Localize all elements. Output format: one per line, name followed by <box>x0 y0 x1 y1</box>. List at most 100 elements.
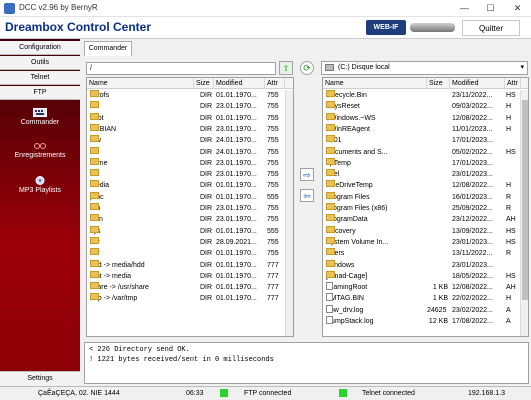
file-row[interactable]: Users 13/11/2022... R <box>323 248 520 259</box>
file-row[interactable]: sys DIR 01.01.1970... 555 <box>87 225 284 237</box>
file-row[interactable]: lib DIR 23.01.1970... 755 <box>87 169 284 180</box>
file-row[interactable]: usr DIR 28.09.2021... 755 <box>87 236 284 248</box>
sidebar-button-outils[interactable]: Outils <box>0 56 80 70</box>
close-button[interactable]: ✕ <box>504 0 531 17</box>
file-modified: 01.01.1970... <box>216 182 257 190</box>
file-row[interactable]: Recovery 13/09/2022... HS <box>323 225 520 237</box>
remote-path-input[interactable]: / <box>86 62 276 75</box>
file-modified: 09/03/2022... <box>452 103 493 111</box>
file-row[interactable]: hdd -> media/hdd DIR 01.01.1970... 777 <box>87 259 284 271</box>
file-size: DIR <box>199 272 212 280</box>
file-modified: 24.01.1970... <box>216 148 257 156</box>
file-row[interactable]: sbin DIR 23.01.1970... 755 <box>87 214 284 225</box>
file-row[interactable]: tmp -> /var/tmp DIR 01.01.1970... 777 <box>87 293 284 304</box>
refresh-icon[interactable]: ⟳ <box>300 61 314 75</box>
file-row[interactable]: run DIR 23.01.1970... 755 <box>87 203 284 214</box>
file-row[interactable]: $WinREAgent 11/01/2023... H <box>323 123 520 135</box>
file-row[interactable]: [Smad-Cage] 18/05/2022... HS <box>323 270 520 282</box>
file-row[interactable]: DEBIAN DIR 23.01.1970... 755 <box>87 123 284 135</box>
folder-icon <box>326 157 335 165</box>
folder-icon <box>326 191 335 199</box>
remote-scrollbar[interactable] <box>285 90 293 336</box>
column-header-modified[interactable]: Modified <box>450 78 505 89</box>
file-attr: AH <box>506 216 516 224</box>
file-attr: 755 <box>267 171 279 179</box>
file-icon <box>326 293 333 302</box>
file-name: bin <box>90 101 194 112</box>
status-date: ÇaÊaÇEÇA, 02. NIE 1444 <box>38 390 120 397</box>
sidebar-item-label: Commander <box>20 119 60 126</box>
sidebar-button-telnet[interactable]: Telnet <box>0 71 80 85</box>
file-modified: 13/09/2022... <box>452 227 493 235</box>
file-size: 24625 KB <box>427 306 448 314</box>
file-row[interactable]: share -> /usr/share DIR 01.01.1970... 777 <box>87 282 284 293</box>
scrollbar-thumb[interactable] <box>522 100 528 300</box>
file-row[interactable]: OneDriveTemp 12/08/2022... H <box>323 180 520 191</box>
file-row[interactable]: ProgramData 23/12/2022... AH <box>323 214 520 225</box>
column-header-size[interactable]: Size <box>427 78 450 89</box>
file-modified: 28.09.2021... <box>216 238 257 246</box>
column-header-name[interactable]: Name <box>87 78 194 89</box>
file-row[interactable]: home DIR 23.01.1970... 755 <box>87 157 284 169</box>
file-row[interactable]: $SysReset 09/03/2022... H <box>323 101 520 112</box>
file-row[interactable]: var DIR 01.01.1970... 755 <box>87 248 284 259</box>
folder-icon <box>90 225 99 233</box>
column-header-modified[interactable]: Modified <box>214 78 265 89</box>
file-attr: 755 <box>267 92 279 99</box>
file-row[interactable]: AMTAG.BIN 1 KB 22/02/2022... H <box>323 293 520 304</box>
file-size: DIR <box>199 92 212 99</box>
file-row[interactable]: ftpTemp 17/01/2023... <box>323 157 520 169</box>
upload-transfer-button[interactable]: ⇨ <box>300 168 314 181</box>
column-header-attr[interactable]: Attr <box>505 78 521 89</box>
file-row[interactable]: media DIR 01.01.1970... 755 <box>87 180 284 191</box>
sidebar-button-ftp[interactable]: FTP <box>0 86 80 100</box>
file-row[interactable]: autofs DIR 01.01.1970... 755 <box>87 90 284 101</box>
parent-folder-icon[interactable]: ⇧ <box>279 61 293 75</box>
minimize-button[interactable]: — <box>451 0 478 17</box>
column-header-size[interactable]: Size <box>194 78 214 89</box>
file-row[interactable]: Windows 23/01/2023... <box>323 259 520 271</box>
sidebar-item-commander[interactable]: Commander <box>0 108 80 126</box>
ftp-console-log: < 226 Directory send OK. ! 1221 bytes re… <box>84 342 529 384</box>
file-name: ftpTemp <box>326 157 427 169</box>
folder-icon <box>326 112 335 120</box>
sidebar-item-mp3-playlists[interactable]: MP3 Playlists <box>0 176 80 194</box>
file-row[interactable]: System Volume In... 23/01/2023... HS <box>323 236 520 248</box>
file-row[interactable]: etc DIR 24.01.1970... 755 <box>87 146 284 158</box>
file-row[interactable]: .GamingRoot 1 KB 12/08/2022... AH <box>323 282 520 293</box>
console-line: ! 1221 bytes received/sent in 0 millisec… <box>89 356 274 364</box>
file-size: DIR <box>199 182 212 190</box>
file-attr: 777 <box>267 272 279 280</box>
file-row[interactable]: Program Files 16/01/2023... R <box>323 191 520 203</box>
file-row[interactable]: mnt -> media DIR 01.01.1970... 777 <box>87 270 284 282</box>
column-header-attr[interactable]: Attr <box>265 78 285 89</box>
sidebar-button-configuration[interactable]: Configuration <box>0 41 80 55</box>
file-row[interactable]: 0001 17/01/2023... <box>323 135 520 146</box>
local-drive-select[interactable]: (C:) Disque local ▾ <box>321 61 528 75</box>
file-row[interactable]: $Recycle.Bin 23/11/2022... HS <box>323 90 520 101</box>
file-name: sys <box>90 225 194 237</box>
file-row[interactable]: Program Files (x86) 25/09/2022... R <box>323 203 520 214</box>
file-row[interactable]: DumpStack.log 12 KB 17/08/2022... A <box>323 316 520 327</box>
quit-button[interactable]: Quitter <box>462 20 520 36</box>
sidebar-item-enregistrements[interactable]: Enregistrements <box>0 141 80 159</box>
file-row[interactable]: proc DIR 01.01.1970... 555 <box>87 191 284 203</box>
local-scrollbar[interactable] <box>520 90 528 336</box>
telnet-status-indicator <box>339 389 347 397</box>
file-row[interactable]: bin DIR 23.01.1970... 755 <box>87 101 284 112</box>
file-row[interactable]: Documents and S... 05/02/2022... HS <box>323 146 520 158</box>
download-transfer-button[interactable]: ⇦ <box>300 189 314 202</box>
disc-icon <box>33 176 47 185</box>
tab-commander[interactable]: Commander <box>84 41 132 56</box>
column-header-name[interactable]: Name <box>323 78 427 89</box>
file-row[interactable]: Intel 23/01/2023... <box>323 169 520 180</box>
file-size: DIR <box>199 171 212 179</box>
link-folder-icon <box>90 293 99 301</box>
file-row[interactable]: aow_drv.log24625 KB 23/02/2022... A <box>323 304 520 316</box>
file-row[interactable]: dev DIR 24.01.1970... 755 <box>87 135 284 146</box>
settings-button[interactable]: Settings <box>0 371 80 385</box>
maximize-button[interactable]: ☐ <box>477 0 504 17</box>
file-row[interactable]: boot DIR 01.01.1970... 755 <box>87 112 284 124</box>
file-attr: H <box>506 182 512 190</box>
file-row[interactable]: $Windows.~WS 12/08/2022... H <box>323 112 520 124</box>
